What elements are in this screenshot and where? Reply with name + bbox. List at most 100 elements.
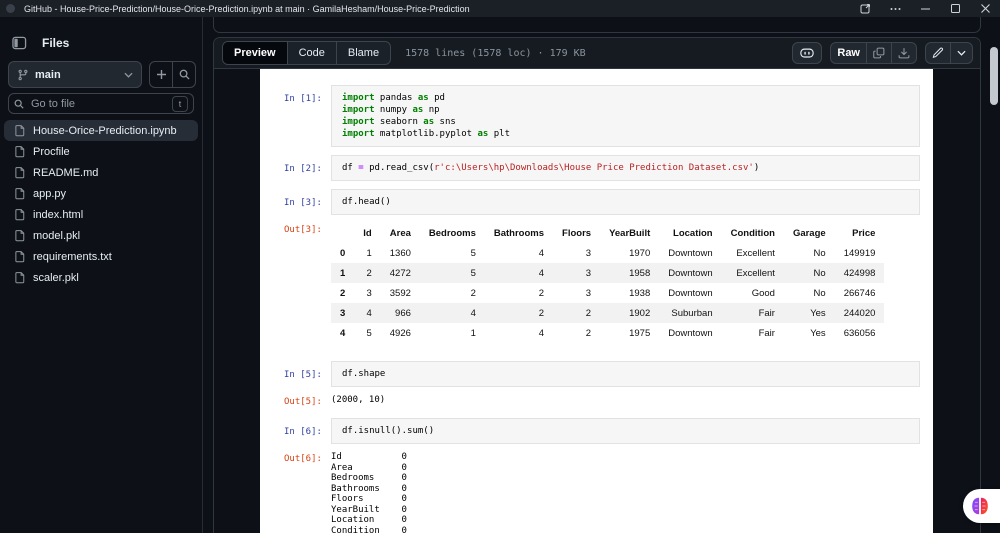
code-input-area[interactable]: df.head() [331, 189, 920, 215]
notebook-cell: In [6]: df.isnull().sum() [260, 418, 933, 444]
cell-prompt: Out[6]: [284, 454, 322, 464]
edit-file-button[interactable] [926, 43, 950, 63]
table-cell: Good [751, 287, 775, 299]
branch-selector[interactable]: main [8, 61, 142, 88]
cell-output-text: (2000, 10) [331, 395, 386, 405]
edit-dropdown-button[interactable] [950, 43, 972, 63]
file-list: House-Orice-Prediction.ipynb Procfile READ… [4, 120, 198, 288]
table-cell: Suburban [671, 307, 713, 319]
extension-floating-button[interactable] [963, 489, 1000, 523]
file-name: app.py [33, 187, 67, 200]
copilot-button[interactable] [792, 42, 823, 64]
app-favicon-icon [6, 4, 15, 13]
search-repo-button[interactable] [172, 62, 195, 87]
file-name: requirements.txt [33, 250, 112, 263]
file-icon [15, 230, 25, 242]
chevron-down-icon [957, 50, 966, 56]
page-scrollbar-thumb[interactable] [990, 47, 998, 105]
table-cell: 966 [395, 307, 411, 319]
table-header-cell: Location [673, 227, 713, 239]
window-maximize-icon[interactable] [940, 0, 970, 17]
table-row: 4 5 4926 1 4 2 1975 Downtown Fair Yes 636056 [331, 323, 884, 343]
table-cell: 3592 [389, 287, 411, 299]
table-cell: 2 [470, 287, 476, 299]
shortcut-badge: t [172, 95, 188, 112]
tab-preview[interactable]: Preview [223, 42, 287, 64]
cell-output-text: Id 0 Area 0 Bedrooms 0 Bathrooms 0 Floor… [331, 452, 407, 533]
table-row: 3 4 966 4 2 2 1902 Suburban Fair Yes 244020 [331, 303, 885, 323]
table-cell: No [813, 287, 826, 299]
tab-code[interactable]: Code [286, 42, 336, 64]
table-cell: 1902 [629, 307, 651, 319]
file-item[interactable]: app.py [4, 183, 198, 204]
table-cell: 424998 [843, 267, 876, 279]
file-icon [15, 146, 25, 158]
cell-prompt: Out[3]: [284, 225, 322, 235]
file-name: index.html [33, 208, 84, 221]
window-close-icon[interactable] [970, 0, 1000, 17]
branch-name: main [35, 68, 61, 81]
download-icon [898, 48, 910, 59]
code-input-area[interactable]: df.isnull().sum() [331, 418, 920, 444]
file-item[interactable]: House-Orice-Prediction.ipynb [4, 120, 198, 141]
table-row: 1 2 4272 5 4 3 1958 Downtown Excellent No 424998 [331, 263, 885, 283]
table-cell: Fair [758, 327, 775, 339]
add-file-button[interactable] [150, 62, 172, 87]
window-title: GitHub - House-Price-Prediction/House-Or… [24, 3, 470, 14]
tab-blame[interactable]: Blame [335, 42, 390, 64]
notebook-cell: In [5]: df.shape [260, 361, 933, 387]
table-header-cell: Bathrooms [493, 227, 545, 239]
table-cell: 244020 [843, 307, 876, 319]
table-cell: 2 [585, 307, 592, 319]
goto-file-input[interactable] [29, 96, 167, 111]
file-name: model.pkl [33, 229, 81, 242]
window-minimize-icon[interactable] [910, 0, 940, 17]
table-header-cell: Garage [792, 227, 826, 239]
file-name: scaler.pkl [33, 271, 79, 284]
table-cell: 1958 [629, 267, 651, 279]
raw-button[interactable]: Raw [831, 43, 866, 63]
window-more-icon[interactable] [880, 0, 910, 17]
cell-prompt: In [2]: [284, 164, 322, 174]
table-header-cell [331, 223, 354, 243]
table-cell: 4 [538, 267, 545, 279]
table-cell: Yes [810, 307, 826, 319]
browser-sidebar-icon[interactable] [850, 0, 880, 17]
table-cell: Fair [758, 307, 775, 319]
file-stats: 1578 lines (1578 loc) · 179 KB [405, 47, 586, 59]
table-cell: 5 [470, 267, 476, 279]
code-input-area[interactable]: import pandas as pd import numpy as np i… [331, 85, 920, 147]
download-raw-button[interactable] [891, 43, 916, 63]
files-panel-title: Files [42, 36, 70, 50]
notebook-cell: In [3]: df.head() [260, 189, 933, 215]
table-header-cell: YearBuilt [609, 227, 651, 239]
table-cell: Downtown [668, 247, 713, 259]
code-input-area[interactable]: df = pd.read_csv(r'c:\Users\hp\Downloads… [331, 155, 920, 181]
file-item[interactable]: index.html [4, 204, 198, 225]
code-input-area[interactable]: df.shape [331, 361, 920, 387]
file-item[interactable]: requirements.txt [4, 246, 198, 267]
table-cell: 5 [366, 327, 372, 339]
file-item[interactable]: scaler.pkl [4, 267, 198, 288]
file-item[interactable]: Procfile [4, 141, 198, 162]
search-icon [14, 99, 24, 109]
table-cell: 5 [470, 247, 476, 259]
file-item[interactable]: model.pkl [4, 225, 198, 246]
copy-raw-button[interactable] [866, 43, 891, 63]
goto-file-box[interactable]: t [8, 93, 194, 114]
table-row: 0 1 1360 5 4 3 1970 Downtown Excellent No 149919 [331, 243, 884, 263]
cell-prompt: In [5]: [284, 370, 322, 380]
table-cell: 4 [470, 307, 476, 319]
file-icon [15, 188, 25, 200]
cell-prompt: In [6]: [284, 427, 322, 437]
table-cell: No [813, 267, 826, 279]
file-item[interactable]: README.md [4, 162, 198, 183]
notebook-cell: In [2]: df = pd.read_csv(r'c:\Users\hp\Do… [260, 155, 933, 181]
table-cell: 2 [538, 307, 545, 319]
row-index-cell: 1 [340, 267, 346, 279]
file-name: Procfile [33, 145, 70, 158]
table-cell: 4 [538, 247, 545, 259]
notebook-cells: In [1]: import pandas as pd import numpy … [260, 85, 933, 533]
file-icon [15, 125, 25, 137]
collapse-panel-icon[interactable] [8, 33, 30, 53]
